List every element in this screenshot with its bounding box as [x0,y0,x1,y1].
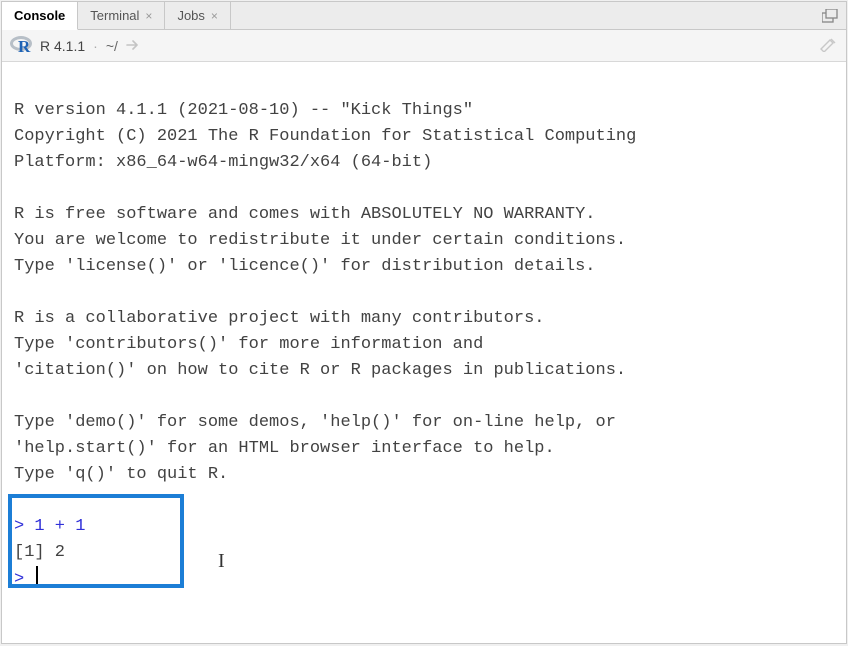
working-directory[interactable]: ~/ [106,38,118,54]
r-logo-icon[interactable]: R [10,35,32,57]
console-output[interactable]: R version 4.1.1 (2021-08-10) -- "Kick Th… [2,62,846,643]
tab-label: Console [14,8,65,23]
tab-bar: Console Terminal × Jobs × [2,2,846,30]
goto-dir-icon[interactable] [126,38,140,54]
tab-jobs[interactable]: Jobs × [165,2,230,30]
console-panel: Console Terminal × Jobs × R R 4.1.1 · ~/ [1,1,847,644]
console-prompt-line[interactable]: > [14,570,38,589]
maximize-icon[interactable] [822,9,838,23]
console-output-line: [1] 2 [14,543,65,562]
tabbar-actions [822,9,846,23]
tab-label: Jobs [177,8,204,23]
tab-terminal[interactable]: Terminal × [78,2,165,30]
separator: · [93,38,98,54]
tab-label: Terminal [90,8,139,23]
tab-console[interactable]: Console [2,2,78,30]
r-banner: R version 4.1.1 (2021-08-10) -- "Kick Th… [14,101,636,484]
mouse-ibeam-cursor: I [218,548,225,574]
close-icon[interactable]: × [211,10,218,22]
console-subbar: R R 4.1.1 · ~/ [2,30,846,62]
clear-console-icon[interactable] [818,36,838,55]
r-version: R 4.1.1 [40,38,85,54]
console-history-line: > 1 + 1 [14,517,85,536]
text-cursor [36,566,38,586]
close-icon[interactable]: × [145,10,152,22]
